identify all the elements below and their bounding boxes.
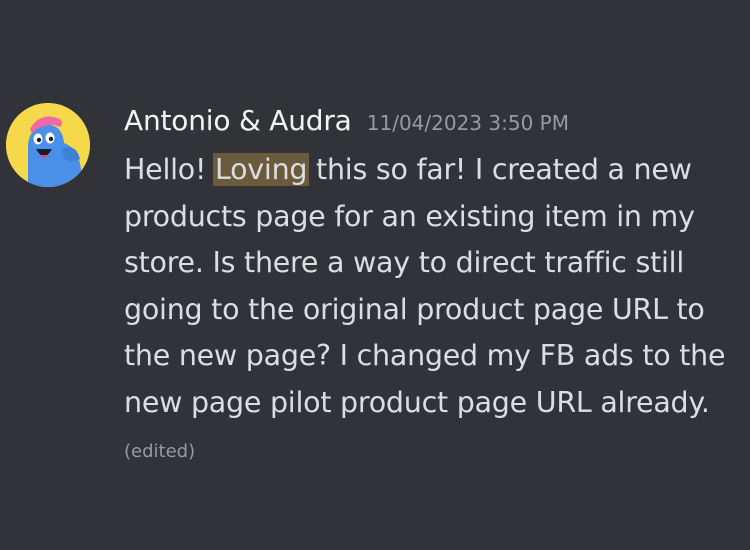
blue-mascot-avatar-icon (6, 103, 90, 187)
message-content: Hello! Loving this so far! I created a n… (124, 147, 744, 426)
author-name[interactable]: Antonio & Audra (124, 104, 352, 137)
message-line: going to the original product page URL t… (124, 292, 705, 326)
search-highlight: Loving (212, 153, 310, 186)
text-segment: Hello! (124, 153, 215, 186)
edited-label: (edited) (124, 441, 196, 462)
message-line: new page pilot product page URL already. (124, 385, 710, 419)
message-header: Antonio & Audra 11/04/2023 3:50 PM (124, 104, 569, 144)
message-timestamp: 11/04/2023 3:50 PM (366, 111, 569, 135)
user-avatar[interactable] (6, 103, 90, 187)
message-line: products page for an existing item in my (124, 199, 695, 233)
message-line: the new page? I changed my FB ads to the (124, 339, 726, 372)
text-segment: this so far! I created a new (307, 153, 692, 186)
message-line: Hello! Loving this so far! I created a n… (124, 147, 744, 194)
message-line: store. Is there a way to direct traffic … (124, 246, 685, 279)
chat-message: Antonio & Audra 11/04/2023 3:50 PM Hello… (0, 0, 750, 550)
